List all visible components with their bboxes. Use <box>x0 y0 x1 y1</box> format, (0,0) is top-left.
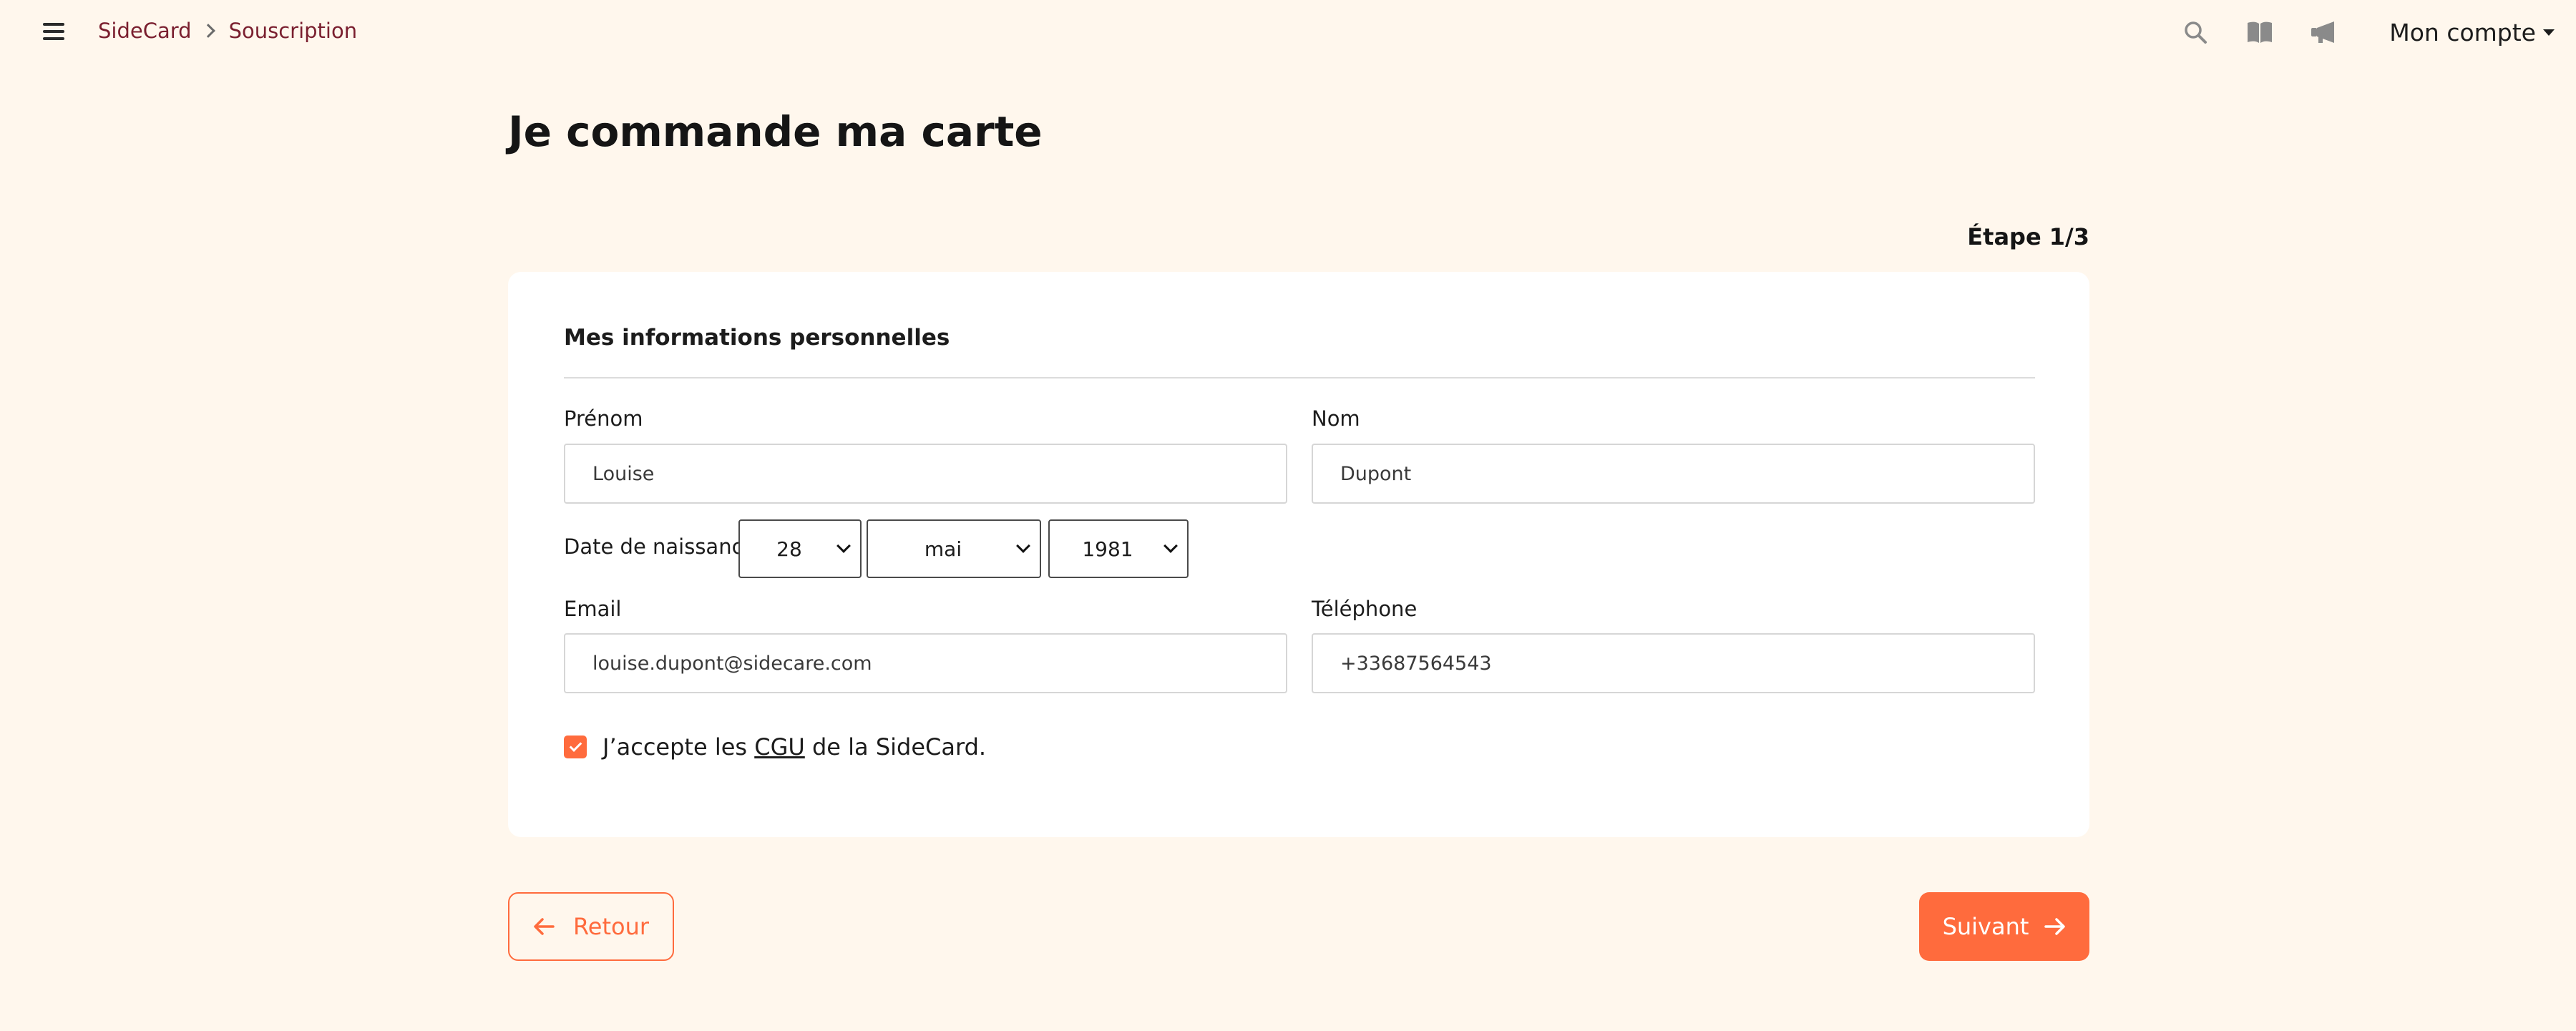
birth-date-label: Date de naissance <box>564 534 756 559</box>
cgu-checkbox[interactable] <box>564 736 587 758</box>
consent-suffix: de la SideCard. <box>804 733 987 761</box>
next-button[interactable]: Suivant <box>1919 892 2089 961</box>
breadcrumb: SideCard Souscription <box>98 19 357 43</box>
page-title: Je commande ma carte <box>508 107 1043 156</box>
last-name-label: Nom <box>1312 406 1360 431</box>
first-name-input[interactable]: Louise <box>564 444 1287 504</box>
back-button-label: Retour <box>572 913 650 940</box>
last-name-input[interactable]: Dupont <box>1312 444 2035 504</box>
book-icon[interactable] <box>2243 16 2276 49</box>
account-menu[interactable]: Mon compte <box>2389 19 2555 47</box>
birth-day-value: 28 <box>776 537 802 561</box>
cgu-link[interactable]: CGU <box>754 733 805 761</box>
breadcrumb-home-link[interactable]: SideCard <box>98 19 192 43</box>
consent-text: J’accepte les CGU de la SideCard. <box>602 733 986 761</box>
chevron-right-icon <box>200 24 215 38</box>
caret-down-icon <box>2543 29 2555 36</box>
header-icons <box>2179 16 2341 49</box>
arrow-left-icon <box>534 918 555 935</box>
menu-icon[interactable] <box>43 23 64 40</box>
email-label: Email <box>564 597 622 621</box>
chevron-down-icon <box>836 539 851 553</box>
personal-info-card: Mes informations personnelles Prénom Lou… <box>508 272 2089 837</box>
arrow-right-icon <box>2044 918 2066 935</box>
account-label: Mon compte <box>2389 19 2536 47</box>
consent-prefix: J’accepte les <box>602 733 755 761</box>
top-bar: SideCard Souscription Mon compte <box>0 0 2576 66</box>
email-field[interactable]: louise.dupont@sidecare.com <box>564 633 1287 693</box>
chevron-down-icon <box>1163 539 1178 553</box>
back-button[interactable]: Retour <box>508 892 674 961</box>
birth-month-value: mai <box>924 537 962 561</box>
birth-day-select[interactable]: 28 <box>738 519 862 578</box>
section-title: Mes informations personnelles <box>564 325 950 351</box>
birth-year-value: 1981 <box>1082 537 1133 561</box>
birth-year-select[interactable]: 1981 <box>1048 519 1189 578</box>
step-indicator: Étape 1/3 <box>1967 223 2089 250</box>
phone-field[interactable]: +33687564543 <box>1312 633 2035 693</box>
phone-label: Téléphone <box>1312 597 1418 621</box>
first-name-label: Prénom <box>564 406 643 431</box>
birth-month-select[interactable]: mai <box>867 519 1041 578</box>
check-icon <box>569 739 582 752</box>
search-icon[interactable] <box>2179 16 2212 49</box>
next-button-label: Suivant <box>1942 913 2029 940</box>
megaphone-icon[interactable] <box>2308 16 2341 49</box>
chevron-down-icon <box>1016 539 1030 553</box>
breadcrumb-current-link[interactable]: Souscription <box>229 19 358 43</box>
divider <box>564 377 2035 378</box>
